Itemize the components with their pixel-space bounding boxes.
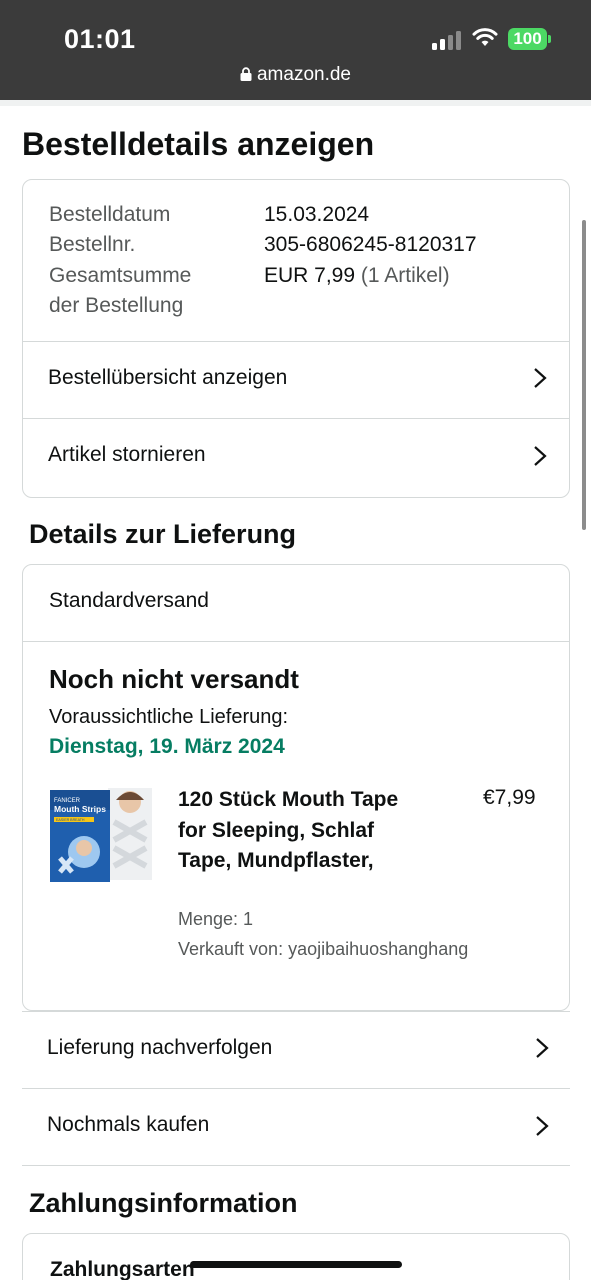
product-title-link[interactable]: 120 Stück Mouth Tape for Sleeping, Schla… [178, 785, 428, 877]
divider [22, 1165, 570, 1166]
order-date-value: 15.03.2024 [264, 203, 370, 226]
chevron-right-icon [536, 1038, 549, 1058]
product-price: €7,99 [483, 786, 536, 809]
order-total-label-line2: der Bestellung [49, 294, 184, 317]
browser-top-bar: 01:01 100 amazon.de [0, 0, 591, 100]
order-number-label: Bestellnr. [49, 233, 136, 256]
lock-icon [240, 67, 252, 81]
payment-methods-label: Zahlungsarten [50, 1258, 195, 1280]
order-total-value: EUR 7,99 (1 Artikel) [264, 264, 450, 288]
track-delivery-label: Lieferung nachverfolgen [47, 1036, 273, 1059]
home-indicator[interactable] [190, 1261, 402, 1268]
product-seller: Verkauft von: yaojibaihuoshanghang [178, 939, 469, 959]
divider [22, 641, 570, 642]
order-total-amount: EUR 7,99 [264, 264, 356, 287]
product-box-name: Mouth Strips [54, 804, 106, 814]
product-box-tag: EASIER BREATH [56, 818, 85, 822]
status-time: 01:01 [64, 24, 136, 54]
divider [0, 100, 591, 106]
shipment-status: Noch nicht versandt [49, 664, 299, 694]
chevron-right-icon [534, 368, 547, 388]
track-delivery-link[interactable]: Lieferung nachverfolgen [22, 1011, 570, 1089]
cancel-items-label: Artikel stornieren [48, 443, 206, 466]
product-quantity: Menge: 1 [178, 909, 254, 929]
chevron-right-icon [534, 446, 547, 466]
delivery-section-title: Details zur Lieferung [29, 519, 297, 549]
chevron-right-icon [536, 1116, 549, 1136]
url-text: amazon.de [256, 64, 351, 85]
eta-date: Dienstag, 19. März 2024 [49, 735, 285, 758]
payment-section-title: Zahlungsinformation [29, 1188, 298, 1218]
order-total-label: Gesamtsumme [49, 264, 192, 287]
order-overview-link[interactable]: Bestellübersicht anzeigen [22, 341, 570, 419]
order-number-value: 305-6806245-8120317 [264, 233, 477, 256]
buy-again-link[interactable]: Nochmals kaufen [22, 1088, 570, 1166]
product-image[interactable]: FANICER Mouth Strips EASIER BREATH [50, 782, 154, 886]
page-title: Bestelldetails anzeigen [22, 126, 375, 162]
buy-again-label: Nochmals kaufen [47, 1113, 210, 1136]
signal-icon [432, 30, 462, 50]
battery-level: 100 [508, 28, 547, 50]
wifi-icon [472, 28, 498, 46]
order-overview-label: Bestellübersicht anzeigen [48, 366, 288, 389]
battery-icon: 100 [508, 28, 552, 50]
shipping-method: Standardversand [49, 589, 209, 612]
scrollbar[interactable] [582, 220, 586, 530]
eta-label: Voraussichtliche Lieferung: [49, 706, 289, 728]
cancel-items-link[interactable]: Artikel stornieren [22, 418, 570, 496]
url-bar[interactable]: amazon.de [0, 64, 591, 86]
order-date-label: Bestelldatum [49, 203, 171, 226]
order-item-count: (1 Artikel) [360, 264, 450, 287]
